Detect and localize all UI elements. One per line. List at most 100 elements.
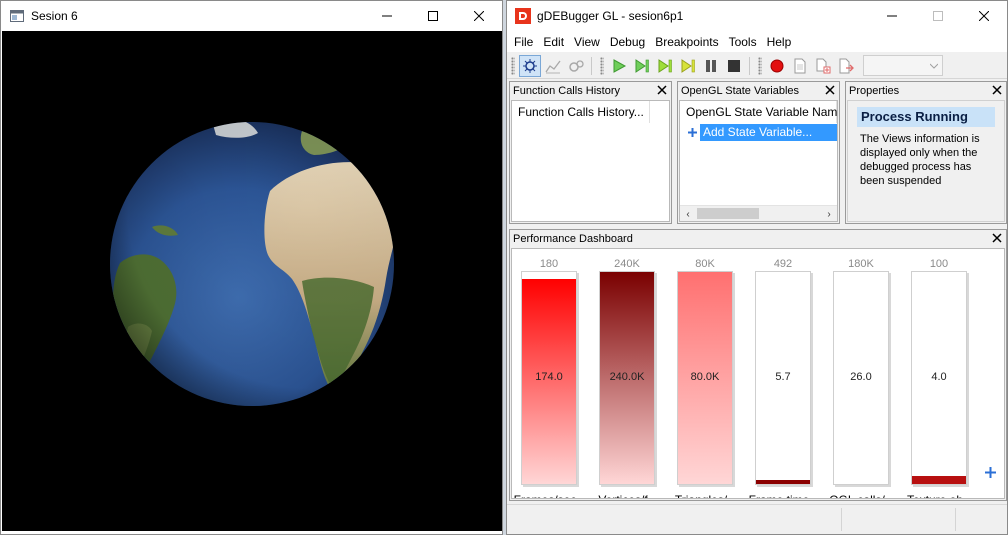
meter-fill [756,480,810,484]
meter-label: Triangles/... [666,493,746,498]
analyze-mode-button[interactable] [565,55,587,77]
performance-dashboard-title: Performance Dashboard [513,232,633,245]
go-button[interactable] [608,55,630,77]
menu-edit[interactable]: Edit [538,35,569,49]
debug-mode-icon [522,58,537,73]
frame-step-icon [635,58,649,73]
add-state-variable-row[interactable]: Add State Variable... [680,123,837,141]
state-variables-list[interactable]: OpenGL State Variable Name Add State Var… [679,100,838,222]
scroll-right-icon[interactable]: › [822,207,836,221]
performance-dashboard-body: 180 174.0 Frames/sec... 240K 240.0K Vertices/… [511,248,1005,499]
gdebugger-logo-icon [515,8,531,24]
meter-max-label: 100 [929,258,949,270]
meter-label: OGL calls/... [822,493,902,498]
meter-max-label: 180 [539,258,559,270]
toolbar-grip[interactable] [511,56,515,75]
gdebugger-minimize-button[interactable] [869,1,915,31]
meter-value: 26.0 [850,371,872,383]
debug-mode-button[interactable] [518,54,541,77]
stop-icon [727,59,740,72]
meter-bar: 240.0K [599,271,655,485]
record-button[interactable] [766,55,788,77]
performance-dashboard-close-button[interactable] [991,231,1003,245]
menu-file[interactable]: File [509,35,538,49]
analyze-mode-icon [568,59,584,72]
meter-max-label: 80K [695,258,715,270]
function-calls-close-button[interactable] [656,83,668,97]
status-bar [507,504,1007,534]
stop-button[interactable] [723,55,745,77]
state-variables-panel: OpenGL State Variables OpenGL State Vari… [677,81,840,224]
earth-globe-image [110,122,394,406]
draw-step-icon [658,58,672,73]
export-page-button[interactable] [835,55,857,77]
minimize-button[interactable] [364,1,410,31]
globe-window-title: Sesion 6 [31,9,78,23]
meter-fill [912,475,966,484]
performance-meter[interactable]: 240K240.0KVertices/f... [598,257,657,498]
performance-meter[interactable]: 80K80.0KTriangles/... [675,257,737,498]
context-combobox[interactable] [863,55,943,76]
state-variables-hscrollbar[interactable]: ‹ › [680,205,837,221]
gdebugger-title: gDEBugger GL - sesion6p1 [537,9,684,23]
toolbar-separator [749,56,750,75]
chevron-down-icon [930,63,938,69]
close-icon [474,11,484,21]
performance-meter[interactable]: 180K26.0OGL calls/... [829,257,895,498]
meter-label: Frames/sec... [512,493,590,498]
performance-meter[interactable]: 1004.0Texture ob... [907,257,973,498]
meter-max-label: 240K [614,258,640,270]
menu-breakpoints[interactable]: Breakpoints [650,35,723,49]
meter-value: 240.0K [609,371,645,383]
menu-help[interactable]: Help [762,35,797,49]
opengl-render-canvas[interactable] [2,31,502,531]
plus-icon [688,127,697,137]
function-calls-panel-title: Function Calls History [513,84,620,97]
performance-meter[interactable]: 180 174.0 Frames/sec... [514,257,587,498]
profile-mode-button[interactable] [542,55,564,77]
draw-step-button[interactable] [654,55,676,77]
menu-view[interactable]: View [569,35,605,49]
meter-label: Vertices/f... [588,493,668,498]
api-step-button[interactable] [677,55,699,77]
meter-bar: 174.0 [521,271,577,485]
gdebugger-close-button[interactable] [961,1,1007,31]
properties-view: Process Running The Views information is… [847,100,1005,222]
scrollbar-thumb[interactable] [697,208,759,219]
frame-step-button[interactable] [631,55,653,77]
globe-window: Sesion 6 [0,0,503,535]
close-button[interactable] [456,1,502,31]
meter-value: 80.0K [690,371,720,383]
add-counter-icon[interactable] [985,467,996,478]
gdebugger-window: gDEBugger GL - sesion6p1 File Edit View … [506,0,1008,535]
gdebugger-titlebar[interactable]: gDEBugger GL - sesion6p1 [507,1,1007,31]
toolbar-grip[interactable] [600,56,604,75]
status-cell [955,508,956,531]
state-variables-close-button[interactable] [824,83,836,97]
state-variables-column-header[interactable]: OpenGL State Variable Name [680,101,837,123]
maximize-button[interactable] [410,1,456,31]
menu-debug[interactable]: Debug [605,35,650,49]
function-calls-list[interactable]: Function Calls History... [511,100,670,222]
toolbar-grip[interactable] [758,56,762,75]
function-calls-column-header[interactable]: Function Calls History... [512,101,650,123]
profile-mode-icon [544,60,561,73]
meter-max-label: 180K [848,258,874,270]
properties-panel: Properties Process Running The Views inf… [845,81,1007,224]
globe-window-titlebar[interactable]: Sesion 6 [1,1,502,31]
properties-close-button[interactable] [991,83,1003,97]
menu-tools[interactable]: Tools [724,35,762,49]
pause-button[interactable] [700,55,722,77]
scroll-left-icon[interactable]: ‹ [681,207,695,221]
performance-meters: 180 174.0 Frames/sec... 240K 240.0K Vertices/… [512,249,1004,498]
close-icon [657,85,667,95]
page-button[interactable] [789,55,811,77]
gdebugger-maximize-button[interactable] [915,1,961,31]
pause-icon [705,59,716,72]
performance-meter[interactable]: 4925.7Frame time... [749,257,820,498]
meter-bar: 5.7 [755,271,811,485]
go-icon [613,58,626,73]
copy-page-button[interactable] [812,55,834,77]
toolbar-separator [591,56,592,75]
close-icon [992,233,1002,243]
